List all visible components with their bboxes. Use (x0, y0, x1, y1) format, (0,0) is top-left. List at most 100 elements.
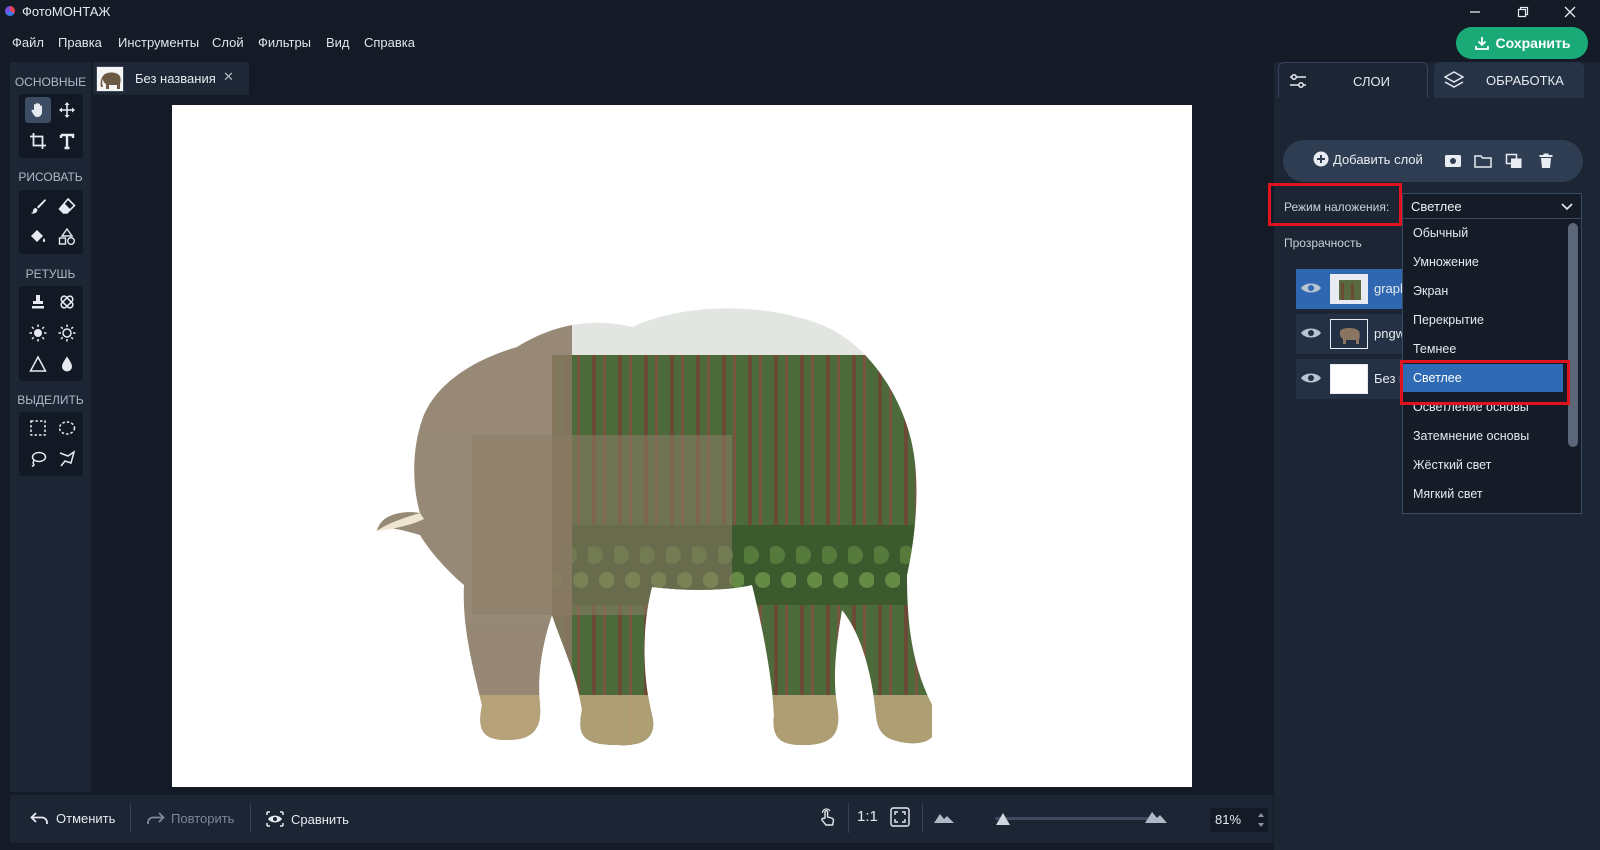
crop-tool[interactable] (25, 128, 51, 154)
hand-tool[interactable] (25, 97, 51, 123)
zoom-in-icon[interactable] (1144, 808, 1168, 824)
menu-filters[interactable]: Фильтры (258, 35, 311, 50)
chevron-down-icon (1561, 203, 1573, 211)
save-label: Сохранить (1495, 35, 1571, 51)
sliders-icon (1290, 74, 1306, 88)
layer-row[interactable]: grapl (1296, 269, 1414, 309)
polygon-lasso-tool[interactable] (54, 446, 80, 472)
menu-bar: Файл Правка Инструменты Слой Фильтры Вид… (0, 30, 700, 54)
zoom-slider-track[interactable] (995, 817, 1159, 820)
polygon-lasso-icon (59, 450, 76, 467)
zoom-slider-thumb[interactable] (996, 813, 1011, 825)
undo-icon (30, 812, 48, 824)
add-layer-button[interactable]: Добавить слой (1313, 151, 1423, 167)
layers-stack-icon (1444, 71, 1464, 88)
sharpen-tool[interactable] (25, 351, 51, 377)
blend-option-normal[interactable]: Обычный (1403, 219, 1563, 247)
compare-label: Сравнить (291, 811, 349, 827)
eye-icon[interactable] (1300, 326, 1322, 340)
zoom-spinner-icon[interactable] (1256, 810, 1266, 830)
blend-option-multiply[interactable]: Умножение (1403, 248, 1563, 276)
blend-mode-label: Режим наложения: (1284, 200, 1390, 214)
blend-option-hard-light[interactable]: Жёсткий свет (1403, 451, 1563, 479)
image-canvas[interactable] (172, 105, 1192, 787)
eye-icon[interactable] (1300, 371, 1322, 385)
trash-icon (1539, 153, 1553, 168)
ellipse-select-tool[interactable] (54, 415, 80, 441)
duplicate-layer-button[interactable] (1504, 152, 1524, 170)
compare-button[interactable]: Сравнить (265, 810, 349, 828)
text-tool[interactable] (54, 128, 80, 154)
section-basic-label: ОСНОВНЫЕ (14, 75, 87, 89)
move-tool[interactable] (54, 97, 80, 123)
lasso-tool[interactable] (25, 446, 51, 472)
blur-tool[interactable] (54, 351, 80, 377)
elephant-thumbnail-icon (100, 72, 121, 89)
document-tab[interactable]: Без названия ✕ (93, 62, 249, 95)
zoom-value: 81% (1215, 812, 1242, 827)
menu-view[interactable]: Вид (326, 35, 350, 50)
save-button[interactable]: Сохранить (1456, 27, 1588, 59)
menu-tools[interactable]: Инструменты (118, 35, 199, 50)
elephant-layer-thumbnail-icon (1331, 320, 1367, 348)
redo-button[interactable]: Повторить (145, 810, 234, 826)
layer-row[interactable]: Без н (1296, 359, 1414, 399)
menu-file[interactable]: Файл (12, 35, 44, 50)
select-tools-group (19, 412, 83, 476)
app-title: ФотоМОНТАЖ (22, 4, 111, 19)
darken-tool[interactable] (54, 320, 80, 346)
blend-option-screen[interactable]: Экран (1403, 277, 1563, 305)
zoom-out-icon[interactable] (933, 810, 955, 824)
brush-tool[interactable] (25, 193, 51, 219)
layer-name: pngw (1374, 326, 1406, 341)
layer-mask-button[interactable] (1443, 152, 1463, 170)
close-tab-icon[interactable]: ✕ (223, 69, 234, 85)
undo-button[interactable]: Отменить (30, 810, 115, 826)
separator (250, 803, 251, 833)
panel-header-spacer (1274, 98, 1600, 134)
healing-tool[interactable] (54, 289, 80, 315)
eye-icon[interactable] (1300, 281, 1322, 295)
blend-mode-select[interactable]: Светлее (1402, 193, 1582, 219)
fill-tool[interactable] (25, 224, 51, 250)
undo-label: Отменить (56, 810, 116, 826)
tab-processing-label: ОБРАБОТКА (1486, 73, 1564, 88)
blend-option-overlay[interactable]: Перекрытие (1403, 306, 1563, 334)
rect-select-tool[interactable] (25, 415, 51, 441)
compare-eye-icon (266, 811, 284, 827)
layer-row[interactable]: pngw (1296, 314, 1414, 354)
restore-button[interactable] (1500, 0, 1546, 24)
blend-option-color-burn[interactable]: Затемнение основы (1403, 422, 1563, 450)
shapes-icon (58, 228, 75, 245)
open-folder-button[interactable] (1473, 152, 1493, 170)
tab-layers[interactable]: СЛОИ (1278, 62, 1428, 98)
add-layer-label: Добавить слой (1333, 151, 1423, 167)
eraser-tool[interactable] (54, 193, 80, 219)
brighten-tool[interactable] (25, 320, 51, 346)
zoom-input[interactable]: 81% (1210, 808, 1268, 832)
actual-size-button[interactable]: 1:1 (857, 808, 878, 825)
shapes-tool[interactable] (54, 224, 80, 250)
move-icon (59, 102, 75, 118)
blend-option-soft-light[interactable]: Мягкий свет (1403, 480, 1563, 508)
folder-icon (1474, 155, 1492, 168)
menu-edit[interactable]: Правка (58, 35, 102, 50)
touch-mode-button[interactable] (818, 807, 838, 827)
fit-screen-button[interactable] (890, 807, 910, 827)
delete-layer-button[interactable] (1536, 152, 1556, 170)
redo-label: Повторить (171, 810, 235, 826)
minimize-button[interactable] (1452, 0, 1498, 24)
paint-bucket-icon (31, 230, 46, 242)
basic-tools-group (19, 94, 83, 158)
menu-layer[interactable]: Слой (212, 35, 244, 50)
dropdown-scrollbar[interactable] (1568, 223, 1578, 447)
stamp-tool[interactable] (25, 289, 51, 315)
blend-option-darken[interactable]: Темнее (1403, 335, 1563, 363)
tab-processing[interactable]: ОБРАБОТКА (1434, 62, 1584, 98)
document-thumbnail (96, 66, 124, 92)
close-button[interactable] (1547, 0, 1593, 24)
lasso-icon (31, 451, 47, 468)
menu-help[interactable]: Справка (364, 35, 415, 50)
minimize-icon (1470, 11, 1480, 13)
download-icon (1474, 37, 1489, 50)
